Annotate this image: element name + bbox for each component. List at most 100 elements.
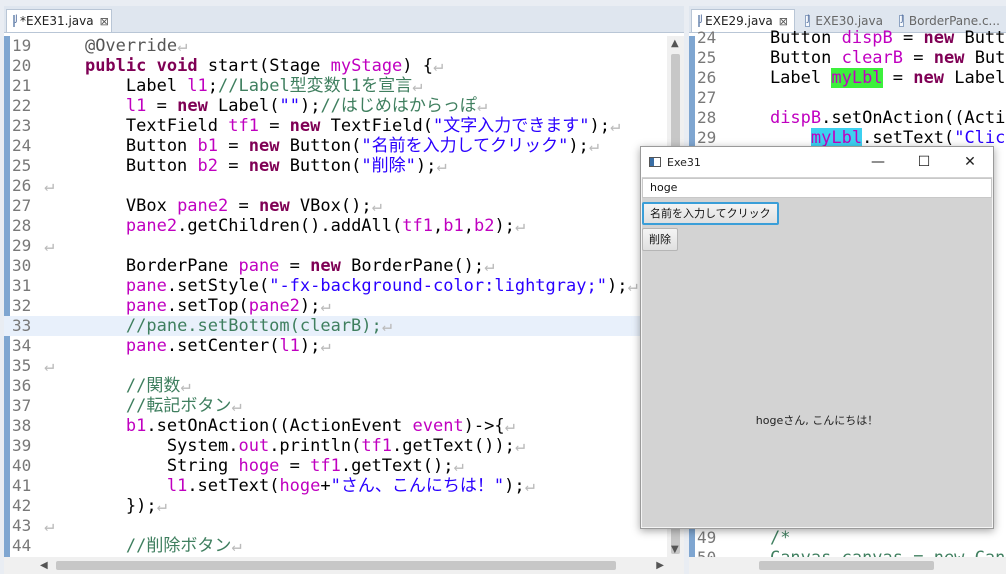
line-number: 37	[12, 396, 32, 415]
code-text[interactable]: TextField tf1 = new TextField("文字入力できます"…	[44, 116, 620, 136]
code-line[interactable]: 34 pane.setCenter(l1);↵	[4, 336, 684, 356]
code-text[interactable]: //関数↵	[44, 376, 191, 396]
code-line[interactable]: 29 ↵	[4, 236, 684, 256]
code-text[interactable]: Button clearB = new But	[729, 48, 1005, 68]
code-text[interactable]: //転記ボタン↵	[44, 396, 242, 416]
code-line[interactable]: 21 Label l1;//Label型変数l1を宣言↵	[4, 76, 684, 96]
line-number: 38	[12, 416, 32, 435]
code-text[interactable]: Button b1 = new Button("名前を入力してクリック");↵	[44, 136, 599, 156]
enter-name-button[interactable]: 名前を入力してクリック	[642, 202, 779, 225]
code-text[interactable]: @Override↵	[44, 36, 187, 56]
code-line[interactable]: 28 dispB.setOnAction((Actio	[689, 108, 1006, 128]
code-text[interactable]: Label l1;//Label型変数l1を宣言↵	[44, 76, 423, 96]
code-line[interactable]: 25 Button clearB = new But	[689, 48, 1006, 68]
exe31-window: Exe31 — ☐ ✕ hoge 名前を入力してクリック 削除 hogeさん, …	[640, 146, 994, 529]
code-line[interactable]: 24 Button b1 = new Button("名前を入力してクリック")…	[4, 136, 684, 156]
code-text[interactable]: Label myLbl = new Label	[729, 68, 1005, 88]
left-code-area[interactable]: 19 @Override↵ 20 public void start(Stage …	[4, 36, 684, 556]
code-text[interactable]: BorderPane pane = new BorderPane();↵	[44, 256, 495, 276]
code-line[interactable]: 43 ↵	[4, 516, 684, 536]
scroll-thumb[interactable]	[759, 561, 934, 570]
code-text[interactable]: ↵	[44, 356, 54, 376]
code-text[interactable]: b1.setOnAction((ActionEvent event)->{↵	[44, 416, 515, 436]
scroll-right-arrow-icon[interactable]: ▶	[656, 560, 664, 571]
code-text[interactable]: dispB.setOnAction((Actio	[729, 108, 1006, 128]
left-horizontal-scrollbar[interactable]: ◀ ▶	[4, 557, 684, 574]
code-line[interactable]: 23 TextField tf1 = new TextField("文字入力でき…	[4, 116, 684, 136]
scroll-down-arrow-icon[interactable]: ▼	[671, 544, 679, 555]
line-number: 43	[12, 516, 32, 535]
code-line[interactable]: 41 l1.setText(hoge+"さん、こんにちは！");↵	[4, 476, 684, 496]
code-line[interactable]: 30 BorderPane pane = new BorderPane();↵	[4, 256, 684, 276]
code-line[interactable]: 22 l1 = new Label("");//はじめはからっぽ↵	[4, 96, 684, 116]
code-line[interactable]: 31 pane.setStyle("-fx-background-color:l…	[4, 276, 684, 296]
line-number: 24	[697, 28, 717, 47]
code-line[interactable]: 33 //pane.setBottom(clearB);↵	[4, 316, 684, 336]
line-number: 32	[12, 296, 32, 315]
window-titlebar[interactable]: Exe31 — ☐ ✕	[641, 147, 993, 177]
code-text[interactable]: l1 = new Label("");//はじめはからっぽ↵	[44, 96, 487, 116]
code-text[interactable]: pane.setTop(pane2);↵	[44, 296, 331, 316]
code-line[interactable]: 40 String hoge = tf1.getText();↵	[4, 456, 684, 476]
code-text[interactable]: ↵	[44, 236, 54, 256]
code-text[interactable]: public void start(Stage myStage) {↵	[44, 56, 443, 76]
code-text[interactable]: myLbl.setText("Click	[729, 128, 1006, 148]
code-line[interactable]: 49 /*	[689, 528, 1006, 548]
close-tab-icon[interactable]: ⊠	[100, 15, 109, 28]
tab-exe31[interactable]: *EXE31.java ⊠	[6, 9, 112, 32]
close-button[interactable]: ✕	[947, 147, 993, 177]
code-text[interactable]: pane.setCenter(l1);↵	[44, 336, 331, 356]
code-line[interactable]: 28 pane2.getChildren().addAll(tf1,b1,b2)…	[4, 216, 684, 236]
scroll-up-arrow-icon[interactable]: ▲	[671, 38, 679, 49]
name-text-field[interactable]: hoge	[642, 178, 992, 198]
code-line[interactable]: 32 pane.setTop(pane2);↵	[4, 296, 684, 316]
line-number: 26	[697, 68, 717, 87]
code-line[interactable]: 26 ↵	[4, 176, 684, 196]
delete-button[interactable]: 削除	[642, 228, 678, 251]
code-text[interactable]: String hoge = tf1.getText();↵	[44, 456, 464, 476]
java-file-icon	[698, 14, 703, 27]
line-number: 33	[12, 316, 32, 335]
code-line[interactable]: 42 });↵	[4, 496, 684, 516]
code-line[interactable]: 26 Label myLbl = new Label	[689, 68, 1006, 88]
maximize-button[interactable]: ☐	[901, 147, 947, 177]
code-line[interactable]: 20 public void start(Stage myStage) {↵	[4, 56, 684, 76]
code-line[interactable]: 37 //転記ボタン↵	[4, 396, 684, 416]
code-line[interactable]: 29 myLbl.setText("Click	[689, 128, 1006, 148]
code-line[interactable]: 27 VBox pane2 = new VBox();↵	[4, 196, 684, 216]
code-line[interactable]: 44 //削除ボタン↵	[4, 536, 684, 556]
code-text[interactable]: System.out.println(tf1.getText());↵	[44, 436, 525, 456]
minimize-button[interactable]: —	[855, 147, 901, 177]
line-number: 22	[12, 96, 32, 115]
code-text[interactable]: ↵	[44, 516, 54, 536]
right-horizontal-scrollbar[interactable]	[689, 557, 1006, 574]
code-text[interactable]: ↵	[44, 176, 54, 196]
code-text[interactable]: /*	[729, 528, 790, 548]
close-tab-icon[interactable]: ⊠	[779, 15, 788, 28]
code-text[interactable]: pane.setStyle("-fx-background-color:ligh…	[44, 276, 638, 296]
code-text[interactable]: //削除ボタン↵	[44, 536, 242, 556]
code-line[interactable]: 39 System.out.println(tf1.getText());↵	[4, 436, 684, 456]
code-text[interactable]: //pane.setBottom(clearB);↵	[44, 316, 392, 336]
code-line[interactable]: 35 ↵	[4, 356, 684, 376]
line-number: 28	[12, 216, 32, 235]
code-line[interactable]: 25 Button b2 = new Button("削除");↵	[4, 156, 684, 176]
code-line[interactable]: 19 @Override↵	[4, 36, 684, 56]
code-text[interactable]: l1.setText(hoge+"さん、こんにちは！");↵	[44, 476, 535, 496]
code-line[interactable]: 38 b1.setOnAction((ActionEvent event)->{…	[4, 416, 684, 436]
code-line[interactable]: 36 //関数↵	[4, 376, 684, 396]
code-text[interactable]: VBox pane2 = new VBox();↵	[44, 196, 382, 216]
code-text[interactable]: });↵	[44, 496, 167, 516]
line-number: 36	[12, 376, 32, 395]
scroll-thumb[interactable]	[56, 561, 616, 570]
code-line[interactable]: 27	[689, 88, 1006, 108]
code-text[interactable]: Button b2 = new Button("削除");↵	[44, 156, 447, 176]
scroll-left-arrow-icon[interactable]: ◀	[40, 560, 48, 571]
line-number: 41	[12, 476, 32, 495]
code-text[interactable]: Button dispB = new Butt	[729, 28, 1005, 48]
code-text[interactable]: pane2.getChildren().addAll(tf1,b1,b2);↵	[44, 216, 525, 236]
line-number: 29	[12, 236, 32, 255]
window-client-area: hoge 名前を入力してクリック 削除 hogeさん, こんにちは！	[642, 177, 992, 527]
code-line[interactable]: 24 Button dispB = new Butt	[689, 28, 1006, 48]
line-number: 30	[12, 256, 32, 275]
